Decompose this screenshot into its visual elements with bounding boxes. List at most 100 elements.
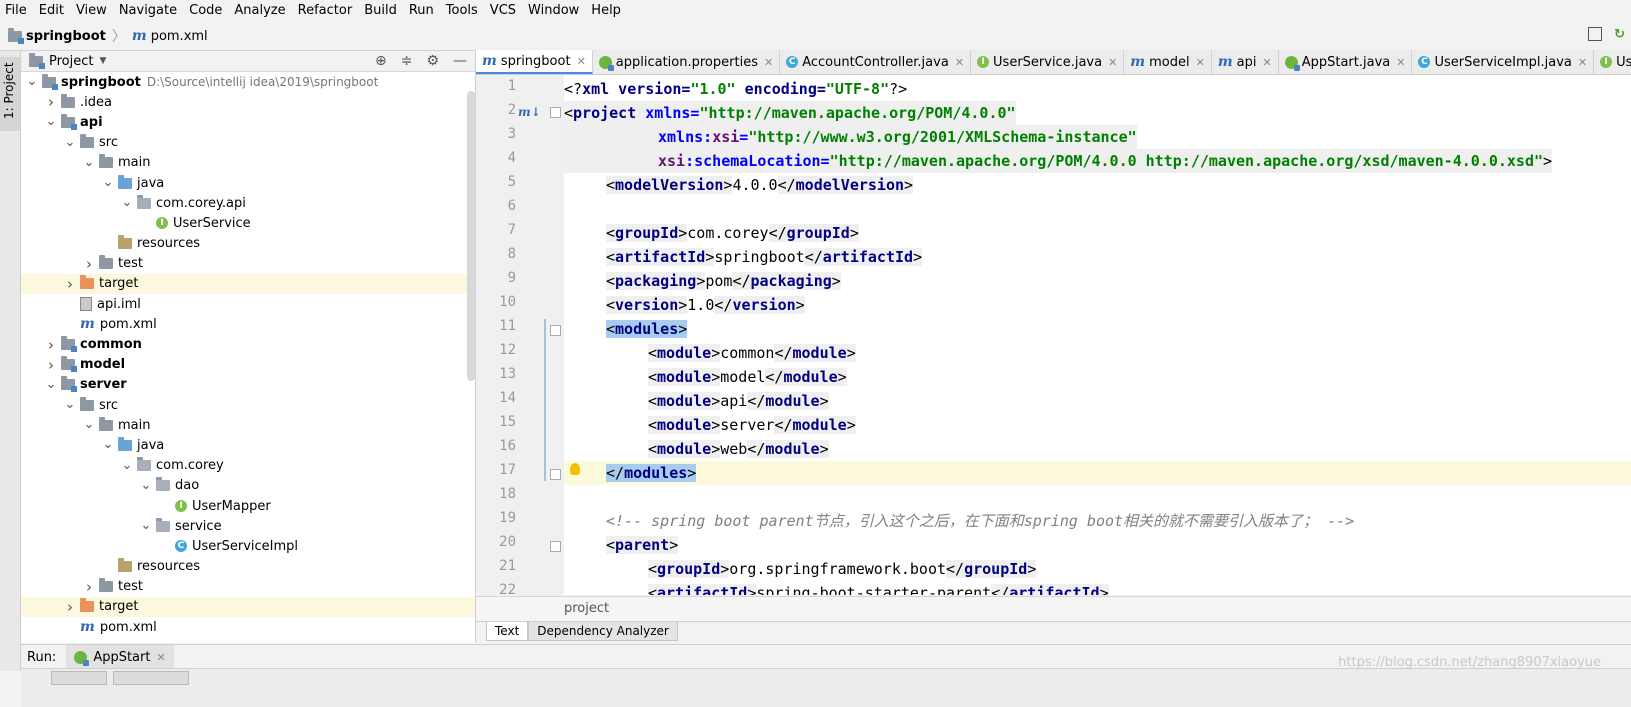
code-editor[interactable]: 1 2 3 4 5 6 7 8 9 10 11 12 13 14 15 16 17 18 19 20 21 22 <?xm…: [476, 75, 1631, 595]
editor-tab[interactable]: m api ✕: [1212, 50, 1279, 74]
chevron-down-icon[interactable]: ⌄: [120, 196, 134, 209]
menu-analyze[interactable]: Analyze: [228, 0, 291, 22]
project-scrollbar[interactable]: [467, 91, 475, 381]
tree-item[interactable]: I UserMapper: [21, 496, 475, 516]
menu-code[interactable]: Code: [183, 0, 228, 22]
locate-icon[interactable]: ⊕: [375, 53, 387, 69]
code-area[interactable]: <?xml version="1.0" encoding="UTF-8"?> <…: [564, 75, 1631, 595]
collapse-all-icon[interactable]: ≑: [401, 53, 413, 69]
chevron-right-icon[interactable]: ›: [44, 337, 58, 352]
tree-item[interactable]: api.iml: [21, 294, 475, 314]
tree-item[interactable]: resources: [21, 234, 475, 254]
tree-item[interactable]: ⌄ com.corey.api: [21, 193, 475, 213]
fold-marker[interactable]: [550, 325, 561, 336]
chevron-right-icon[interactable]: ›: [82, 256, 96, 271]
tree-item[interactable]: m pom.xml: [21, 314, 475, 334]
chevron-right-icon[interactable]: ›: [63, 276, 77, 291]
editor-tab[interactable]: m model ✕: [1124, 50, 1212, 74]
chevron-right-icon[interactable]: ›: [63, 599, 77, 614]
menu-navigate[interactable]: Navigate: [113, 0, 183, 22]
project-view-selector[interactable]: Project ▼: [29, 52, 106, 69]
close-icon[interactable]: ✕: [1263, 56, 1272, 69]
tree-item[interactable]: ⌄ dao: [21, 476, 475, 496]
chevron-down-icon[interactable]: ⌄: [82, 418, 96, 431]
run-tab-appstart[interactable]: AppStart ✕: [66, 645, 174, 669]
tree-item[interactable]: › test: [21, 254, 475, 274]
tree-item[interactable]: I UserService: [21, 213, 475, 233]
menu-file[interactable]: File: [0, 0, 33, 22]
project-tool-tab[interactable]: 1: Project: [0, 57, 20, 131]
tree-item[interactable]: › .idea: [21, 92, 475, 112]
gear-icon[interactable]: ⚙: [426, 53, 439, 69]
tree-item[interactable]: › target: [21, 273, 475, 295]
editor-tab[interactable]: I UserService.java ✕: [971, 50, 1125, 74]
close-icon[interactable]: ✕: [577, 55, 586, 68]
chevron-down-icon[interactable]: ⌄: [44, 378, 58, 391]
console-tab[interactable]: [51, 671, 107, 685]
fold-marker[interactable]: [550, 541, 561, 552]
editor-tab[interactable]: IUserMapp: [1594, 50, 1631, 74]
tree-item[interactable]: ⌄ api: [21, 112, 475, 132]
tree-item[interactable]: m pom.xml: [21, 617, 475, 637]
endpoints-tab[interactable]: [113, 671, 189, 685]
editor-tab[interactable]: AppStart.java ✕: [1279, 50, 1413, 74]
tree-item[interactable]: ⌄ server: [21, 375, 475, 395]
close-icon[interactable]: ✕: [156, 651, 165, 664]
editor-tab[interactable]: C AccountController.java ✕: [780, 50, 972, 74]
tree-item[interactable]: ⌄ springboot D:\Source\intellij idea\2019\…: [21, 72, 475, 92]
fold-marker[interactable]: [550, 469, 561, 480]
hide-icon[interactable]: —: [453, 53, 467, 69]
fold-marker[interactable]: [550, 107, 561, 118]
tree-item[interactable]: ⌄ service: [21, 516, 475, 536]
tree-item[interactable]: ⌄ main: [21, 153, 475, 173]
menu-refactor[interactable]: Refactor: [292, 0, 359, 22]
menu-tools[interactable]: Tools: [440, 0, 484, 22]
tree-item[interactable]: › test: [21, 577, 475, 597]
menu-vcs[interactable]: VCS: [484, 0, 522, 22]
chevron-right-icon[interactable]: ›: [44, 95, 58, 110]
close-icon[interactable]: ✕: [1196, 56, 1205, 69]
editor-tab[interactable]: application.properties ✕: [593, 50, 781, 74]
menu-edit[interactable]: Edit: [33, 0, 70, 22]
menu-view[interactable]: View: [70, 0, 113, 22]
tree-item[interactable]: › target: [21, 596, 475, 618]
menu-build[interactable]: Build: [358, 0, 403, 22]
chevron-down-icon[interactable]: ⌄: [82, 156, 96, 169]
tree-item[interactable]: › common: [21, 334, 475, 354]
tree-item[interactable]: ⌄ java: [21, 173, 475, 193]
maven-override-icon[interactable]: m↓: [518, 105, 541, 119]
build-icon[interactable]: ↻: [1614, 27, 1625, 42]
chevron-down-icon[interactable]: ⌄: [63, 398, 77, 411]
xml-breadcrumb-item[interactable]: project: [564, 601, 609, 616]
close-icon[interactable]: ✕: [764, 56, 773, 69]
chevron-down-icon[interactable]: ⌄: [120, 459, 134, 472]
close-icon[interactable]: ✕: [1578, 56, 1587, 69]
close-icon[interactable]: ✕: [1108, 56, 1117, 69]
tree-item[interactable]: ⌄ src: [21, 395, 475, 415]
chevron-down-icon[interactable]: ⌄: [44, 115, 58, 128]
tree-item[interactable]: ⌄ src: [21, 133, 475, 153]
tree-item[interactable]: ⌄ java: [21, 435, 475, 455]
menu-help[interactable]: Help: [585, 0, 627, 22]
tree-item[interactable]: › model: [21, 355, 475, 375]
lightbulb-icon[interactable]: [570, 463, 580, 475]
menu-run[interactable]: Run: [403, 0, 440, 22]
chevron-down-icon[interactable]: ⌄: [101, 176, 115, 189]
chevron-right-icon[interactable]: ›: [44, 357, 58, 372]
tab-dependency-analyzer[interactable]: Dependency Analyzer: [528, 622, 678, 641]
breadcrumb-project[interactable]: springboot: [26, 29, 106, 44]
tab-text[interactable]: Text: [486, 622, 529, 641]
editor-tab[interactable]: C UserServiceImpl.java ✕: [1412, 50, 1595, 74]
chevron-right-icon[interactable]: ›: [82, 579, 96, 594]
chevron-down-icon[interactable]: ⌄: [63, 136, 77, 149]
tree-item[interactable]: C UserServiceImpl: [21, 536, 475, 556]
chevron-down-icon[interactable]: ⌄: [139, 519, 153, 532]
editor-tab[interactable]: m springboot ✕: [476, 50, 593, 74]
tree-item[interactable]: ⌄ com.corey: [21, 456, 475, 476]
tree-item[interactable]: ⌄ main: [21, 415, 475, 435]
chevron-down-icon[interactable]: ⌄: [25, 75, 39, 88]
run-config-icon[interactable]: [1588, 27, 1603, 41]
breadcrumb-file[interactable]: pom.xml: [151, 29, 208, 44]
tree-item[interactable]: resources: [21, 557, 475, 577]
close-icon[interactable]: ✕: [955, 56, 964, 69]
